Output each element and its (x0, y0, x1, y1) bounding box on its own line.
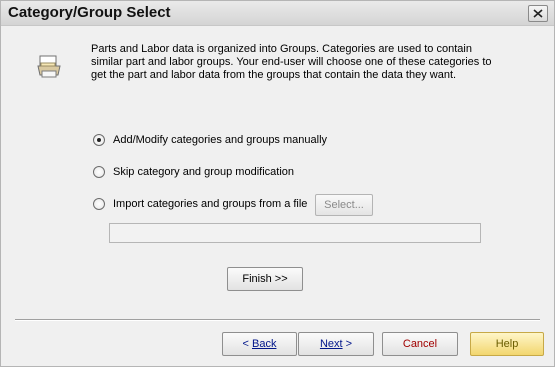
cancel-button[interactable]: Cancel (382, 332, 458, 356)
divider (15, 319, 540, 321)
option-import-label: Import categories and groups from a file (113, 198, 308, 210)
option-import[interactable]: Import categories and groups from a file (93, 196, 307, 212)
intro-text: Parts and Labor data is organized into G… (91, 43, 492, 81)
close-button[interactable] (528, 5, 548, 22)
next-button[interactable]: Next > (298, 332, 374, 356)
help-button[interactable]: Help (470, 332, 544, 356)
title-bar[interactable]: Category/Group Select (1, 1, 554, 26)
dialog-window: Category/Group Select Parts and Labor da… (0, 0, 555, 367)
window-title: Category/Group Select (8, 4, 171, 21)
back-prefix: < (242, 338, 252, 350)
select-file-button[interactable]: Select... (315, 194, 373, 216)
import-file-field[interactable] (109, 223, 481, 243)
printer-icon (37, 55, 61, 78)
close-icon (533, 9, 543, 18)
option-skip-label: Skip category and group modification (113, 166, 294, 178)
back-label: Back (252, 338, 277, 350)
radio-import[interactable] (93, 198, 105, 210)
next-label: Next (319, 338, 343, 350)
option-add-modify[interactable]: Add/Modify categories and groups manuall… (93, 132, 327, 148)
radio-skip[interactable] (93, 166, 105, 178)
option-add-modify-label: Add/Modify categories and groups manuall… (113, 134, 328, 146)
back-button[interactable]: < Back (222, 332, 297, 356)
finish-button[interactable]: Finish >> (227, 267, 303, 291)
radio-add-modify[interactable] (93, 134, 105, 146)
next-suffix: > (342, 338, 353, 350)
option-skip[interactable]: Skip category and group modification (93, 164, 294, 180)
